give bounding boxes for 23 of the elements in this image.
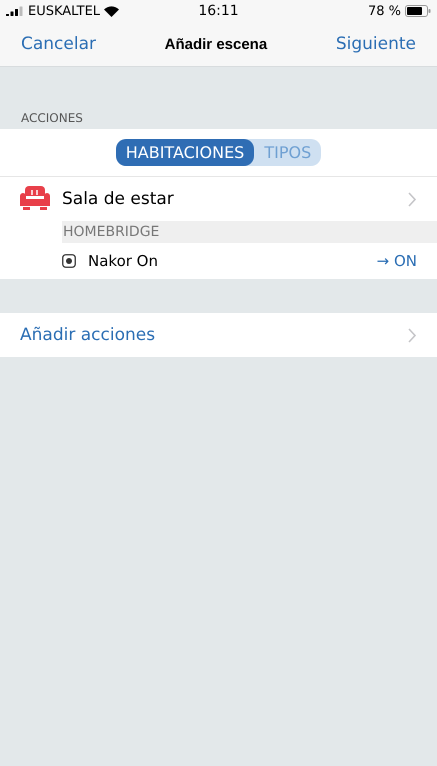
accessory-name: Nakor On <box>88 252 159 270</box>
next-button[interactable]: Siguiente <box>336 34 416 54</box>
clock-time: 16:11 <box>198 3 239 19</box>
room-row[interactable]: Sala de estar <box>0 177 437 221</box>
carrier-name: EUSKALTEL <box>28 4 100 18</box>
battery-percent: 78 % <box>368 4 401 18</box>
chevron-icon <box>408 328 417 342</box>
accessory-row[interactable]: Nakor On → ON <box>0 243 437 279</box>
signal-icon <box>6 6 24 16</box>
room-name: Sala de estar <box>62 189 175 209</box>
action-value: → ON <box>376 252 417 270</box>
armchair-icon <box>20 186 50 212</box>
switch-icon <box>62 254 76 268</box>
section-header: ACCIONES <box>20 110 84 127</box>
cancel-button[interactable]: Cancelar <box>21 34 96 54</box>
group-header: HOMEBRIDGE <box>62 221 437 243</box>
wifi-icon <box>104 6 120 16</box>
add-actions-row[interactable]: Añadir acciones <box>0 313 437 357</box>
screen-title: Añadir escena <box>164 36 268 52</box>
chevron-icon <box>408 192 417 206</box>
add-actions-label: Añadir acciones <box>20 325 156 345</box>
battery-icon <box>405 5 431 17</box>
segment-tab[interactable]: HABITACIONES <box>116 139 254 166</box>
